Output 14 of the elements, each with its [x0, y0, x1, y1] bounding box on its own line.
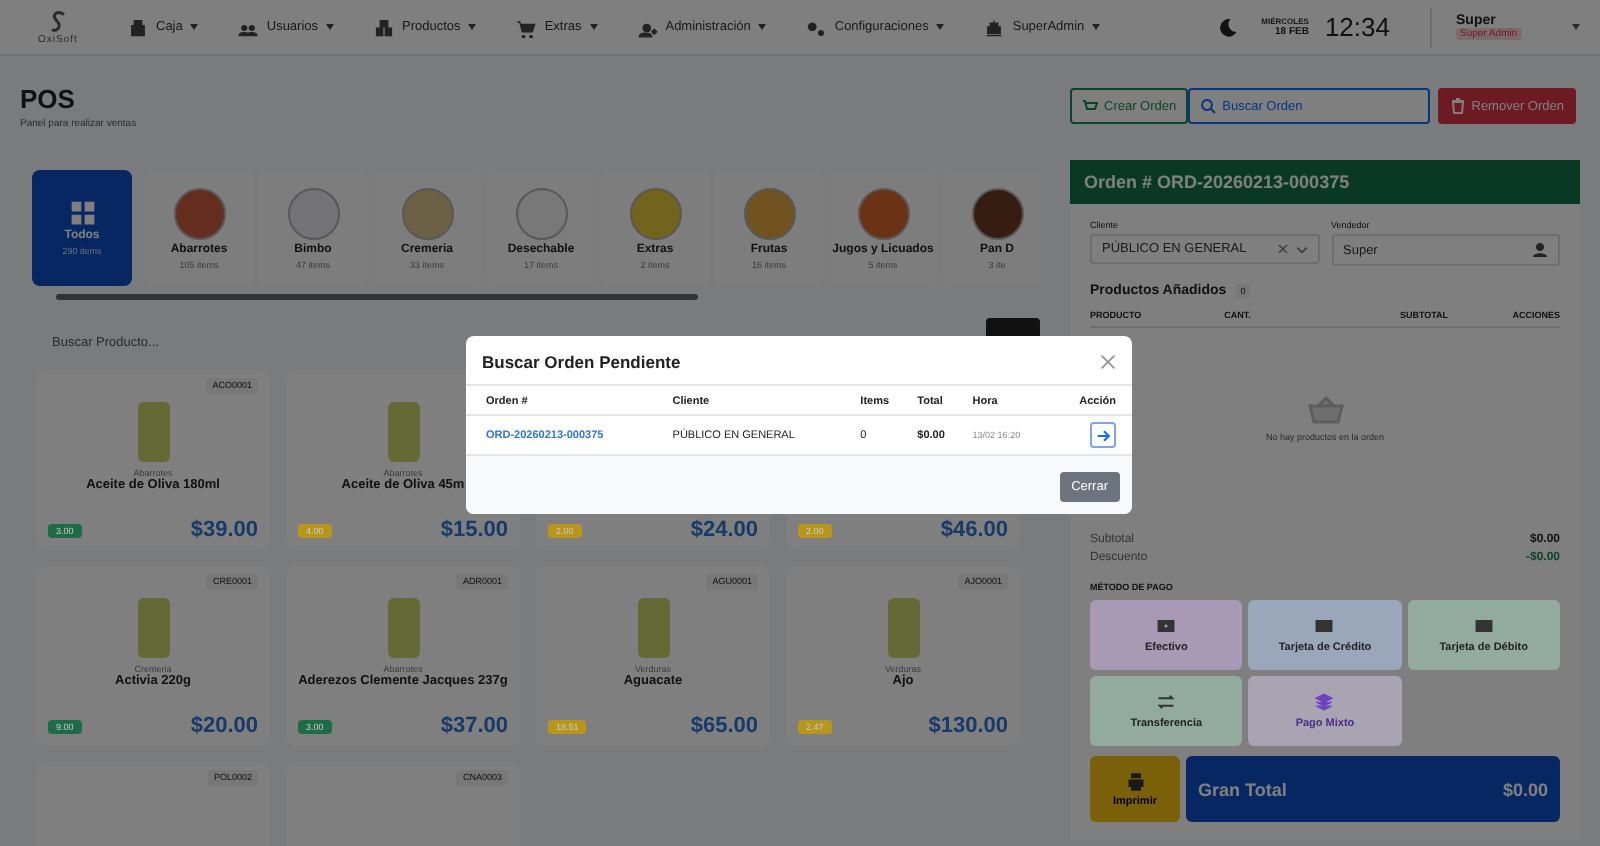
product-price: $20.00: [190, 714, 258, 738]
clock-time: 12:34: [1324, 12, 1390, 42]
modal-title: Buscar Orden Pendiente: [482, 352, 681, 372]
product-price: $37.00: [440, 714, 508, 738]
product-price: $65.00: [690, 714, 758, 738]
grand-total-value: $0.00: [1502, 779, 1548, 799]
order-header: Orden # ORD-20260213-000375: [1070, 160, 1580, 204]
grand-total-label: Gran Total: [1198, 779, 1287, 799]
product-price: $15.00: [440, 518, 508, 542]
page-title: POS: [20, 84, 77, 114]
product-price: $39.00: [190, 518, 258, 542]
product-price: $130.00: [928, 714, 1008, 738]
product-price: $46.00: [940, 518, 1008, 542]
product-price: $24.00: [690, 518, 758, 542]
